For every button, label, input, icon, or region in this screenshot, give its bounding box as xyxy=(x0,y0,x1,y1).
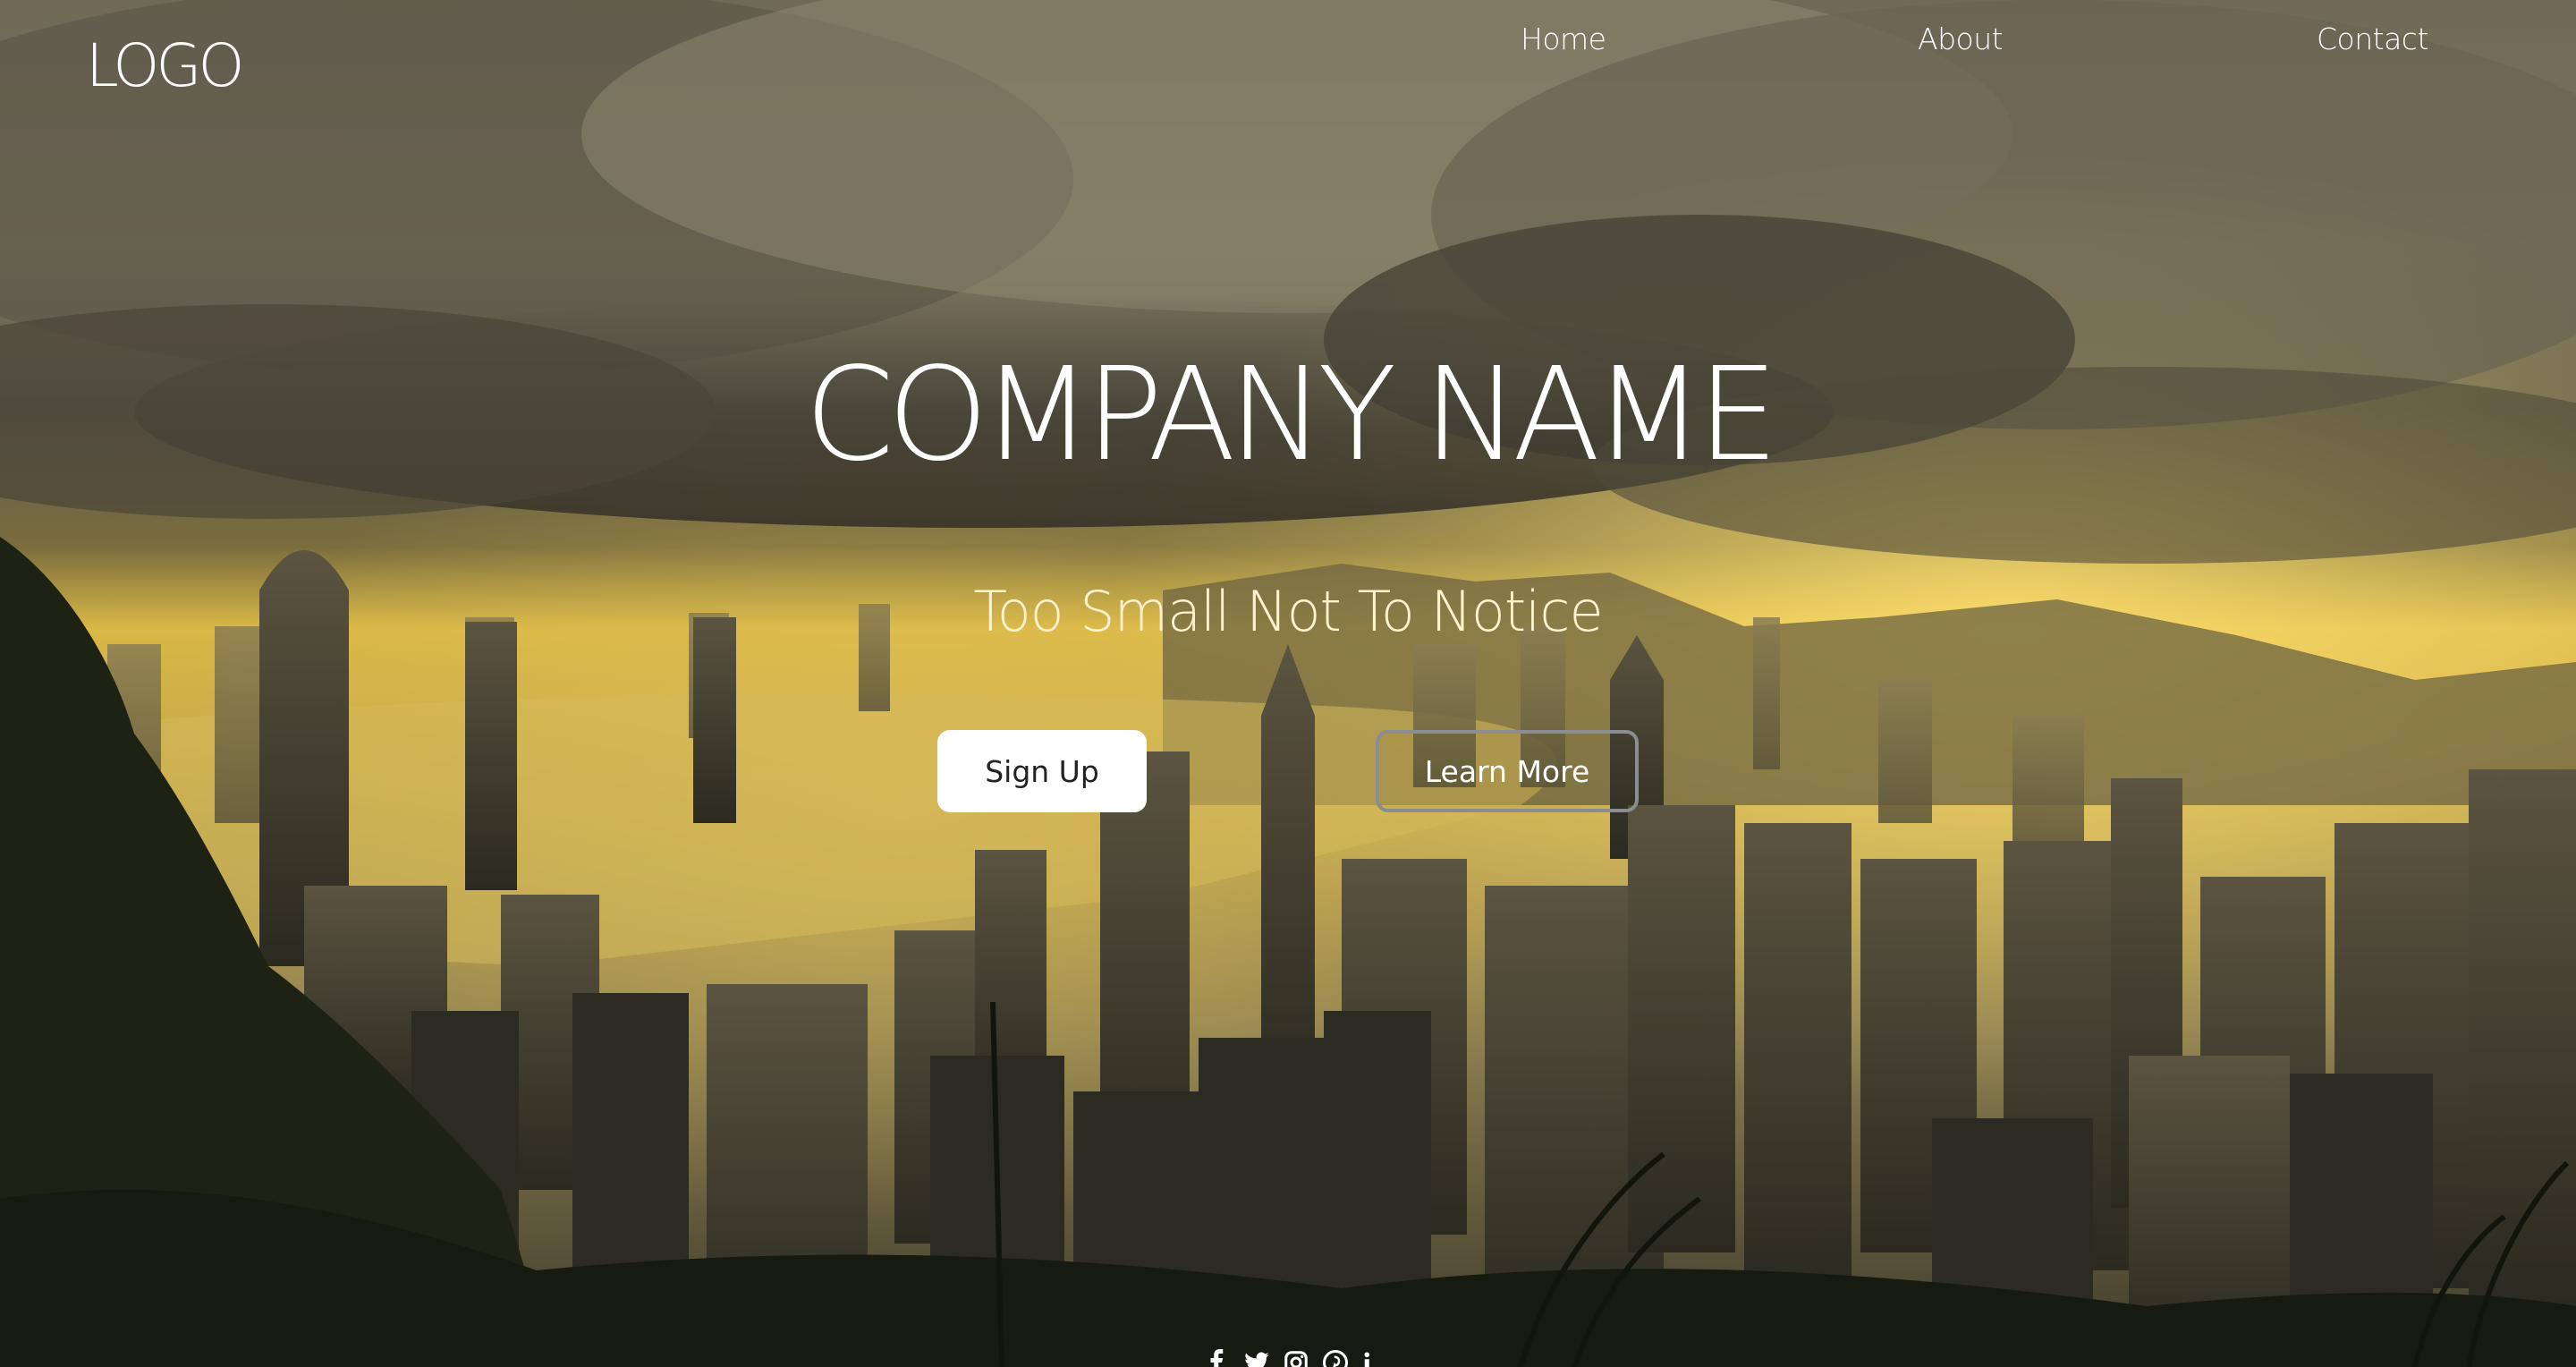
company-name-heading: COMPANY NAME xyxy=(804,339,1778,489)
pinterest-icon[interactable] xyxy=(1322,1349,1349,1367)
instagram-icon[interactable] xyxy=(1283,1349,1309,1367)
linkedin-icon[interactable] xyxy=(1361,1349,1388,1367)
social-bar xyxy=(1204,1349,1388,1367)
twitter-icon[interactable] xyxy=(1243,1349,1270,1367)
sign-up-button[interactable]: Sign Up xyxy=(937,730,1147,812)
nav-contact-link[interactable]: Contact xyxy=(2317,20,2428,59)
logo[interactable]: LOGO xyxy=(86,32,244,100)
hero-background-image xyxy=(0,0,2576,1367)
nav-home-link[interactable]: Home xyxy=(1521,20,1606,59)
nav-about-link[interactable]: About xyxy=(1918,20,2004,59)
learn-more-button[interactable]: Learn More xyxy=(1376,730,1639,812)
facebook-icon[interactable] xyxy=(1204,1349,1231,1367)
tagline: Too Small Not To Notice xyxy=(973,579,1603,644)
